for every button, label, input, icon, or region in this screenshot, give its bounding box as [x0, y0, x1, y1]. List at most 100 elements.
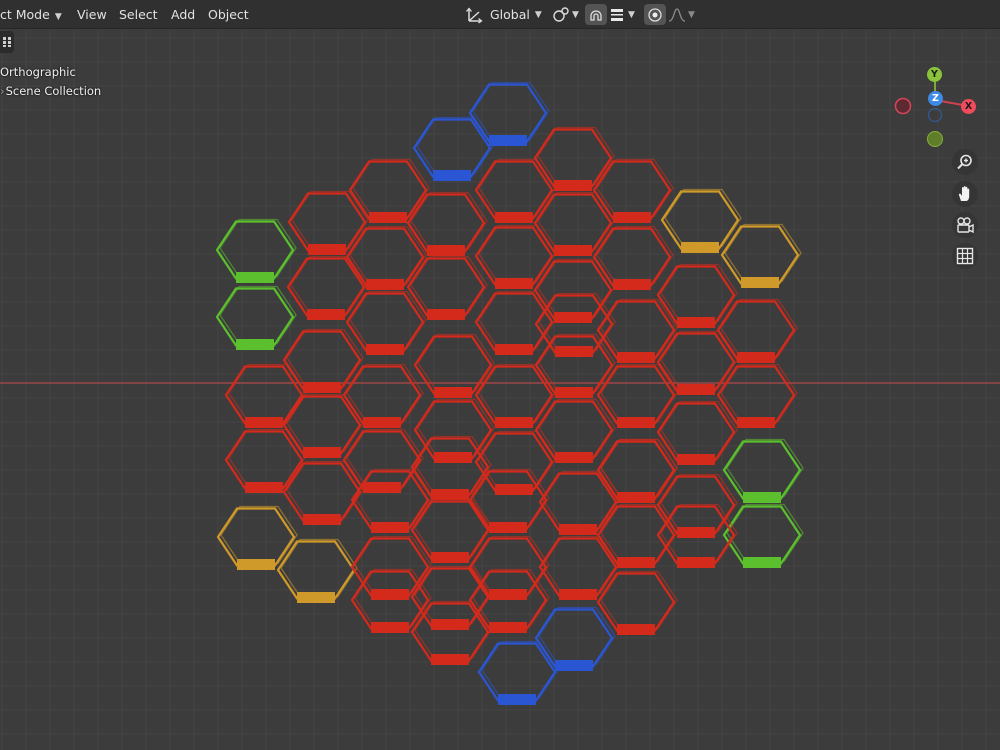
hex-tab	[245, 417, 283, 428]
hex-tile[interactable]	[477, 640, 559, 706]
transform-orientation-label: Global	[490, 7, 530, 22]
transform-pivot-icon	[553, 6, 569, 22]
hex-tab	[427, 245, 465, 256]
transform-axes-icon	[466, 6, 483, 24]
hex-tile[interactable]	[215, 285, 297, 351]
hex-tab	[559, 589, 597, 600]
hex-tab	[555, 346, 593, 357]
proportional-falloff-dropdown[interactable]: ▼	[666, 4, 696, 25]
proportional-edit-icon	[648, 7, 662, 22]
hex-tab	[737, 352, 775, 363]
gizmo-y-axis[interactable]: Y	[927, 67, 942, 82]
hex-tile[interactable]	[468, 535, 550, 601]
camera-icon	[957, 217, 974, 234]
3d-viewport[interactable]: Orthographic ›Scene Collection Y Z X	[0, 30, 1000, 750]
hex-tab	[371, 522, 409, 533]
hex-tab	[303, 382, 341, 393]
hex-tab	[236, 272, 274, 283]
hex-tab	[677, 527, 715, 538]
hex-tile[interactable]	[720, 223, 802, 289]
hex-tile[interactable]	[345, 290, 427, 356]
falloff-curve-icon	[668, 7, 686, 22]
hex-tab	[743, 557, 781, 568]
hex-tile[interactable]	[722, 438, 804, 504]
menu-caret-icon: ▼	[534, 9, 542, 20]
hex-tile[interactable]	[215, 218, 297, 284]
hex-tab	[677, 557, 715, 568]
hex-tab	[431, 552, 469, 563]
toolbar-toggle-button[interactable]	[0, 31, 14, 53]
snap-icon	[590, 9, 602, 21]
hex-tile[interactable]	[538, 470, 620, 536]
grid-icon	[956, 247, 974, 265]
hex-tab	[245, 482, 283, 493]
hex-tab	[498, 694, 536, 705]
hex-tab	[371, 589, 409, 600]
hex-tab	[307, 309, 345, 320]
hex-tab	[495, 417, 533, 428]
hex-tab	[743, 492, 781, 503]
hex-tab	[431, 489, 469, 500]
proportional-edit-toggle[interactable]	[644, 4, 666, 25]
hex-tile[interactable]	[596, 570, 678, 636]
menu-caret-icon: ▼	[628, 9, 635, 20]
hex-tab	[617, 417, 655, 428]
hex-tab	[366, 344, 404, 355]
menu-add[interactable]: Add	[171, 0, 195, 29]
mode-selector[interactable]: ct Mode ▼	[0, 0, 62, 29]
mode-label: ct Mode	[0, 7, 50, 22]
camera-view-button[interactable]	[952, 212, 978, 238]
hex-tab	[489, 622, 527, 633]
snap-target-dropdown[interactable]: ▼	[607, 4, 641, 25]
hex-tab	[555, 660, 593, 671]
hex-tab	[495, 212, 533, 223]
hex-tab	[363, 417, 401, 428]
hand-icon	[958, 186, 970, 201]
menu-view[interactable]: View	[77, 0, 107, 29]
hex-tab	[617, 492, 655, 503]
transform-orientation-dropdown[interactable]: Global ▼	[463, 4, 545, 25]
pan-button[interactable]	[952, 181, 978, 207]
hex-tab	[617, 557, 655, 568]
hex-tab	[297, 592, 335, 603]
hex-grid-objects[interactable]	[0, 30, 1000, 750]
hex-tab	[303, 514, 341, 525]
hex-tab	[554, 245, 592, 256]
hex-tile[interactable]	[656, 400, 738, 466]
collection-label: ›Scene Collection	[0, 84, 102, 98]
pivot-point-dropdown[interactable]: ▼	[549, 4, 581, 25]
hex-tile[interactable]	[348, 158, 430, 224]
hex-tab	[495, 484, 533, 495]
hex-tile[interactable]	[342, 428, 424, 494]
hex-tile[interactable]	[412, 116, 494, 182]
hex-tile[interactable]	[350, 535, 432, 601]
hex-tile[interactable]	[534, 398, 616, 464]
hex-tab	[554, 312, 592, 323]
menu-caret-icon: ▼	[54, 12, 62, 22]
hex-tab	[427, 309, 465, 320]
hex-tab	[677, 454, 715, 465]
hex-tab	[371, 622, 409, 633]
hex-tab	[434, 387, 472, 398]
hex-tab	[434, 452, 472, 463]
hex-tab	[737, 417, 775, 428]
gizmo-z-axis[interactable]: Z	[928, 91, 943, 106]
hex-tab	[617, 624, 655, 635]
hex-tile[interactable]	[276, 538, 358, 604]
menu-caret-icon: ▼	[572, 9, 579, 20]
hex-tab	[613, 212, 651, 223]
projection-toggle-button[interactable]	[952, 243, 978, 269]
hex-tab	[555, 452, 593, 463]
menu-object[interactable]: Object	[208, 0, 249, 29]
menu-select[interactable]: Select	[119, 0, 158, 29]
gizmo-x-axis[interactable]: X	[961, 99, 976, 114]
collection-name: Scene Collection	[5, 84, 102, 98]
zoom-button[interactable]	[952, 149, 978, 175]
viewport-header: ct Mode ▼ View Select Add Object Global ▼…	[0, 0, 1000, 29]
hex-tab	[308, 244, 346, 255]
hex-tile[interactable]	[722, 503, 804, 569]
hex-tab	[237, 559, 275, 570]
snap-toggle[interactable]	[585, 4, 607, 25]
zoom-icon	[957, 154, 972, 170]
hex-tile[interactable]	[716, 298, 798, 364]
